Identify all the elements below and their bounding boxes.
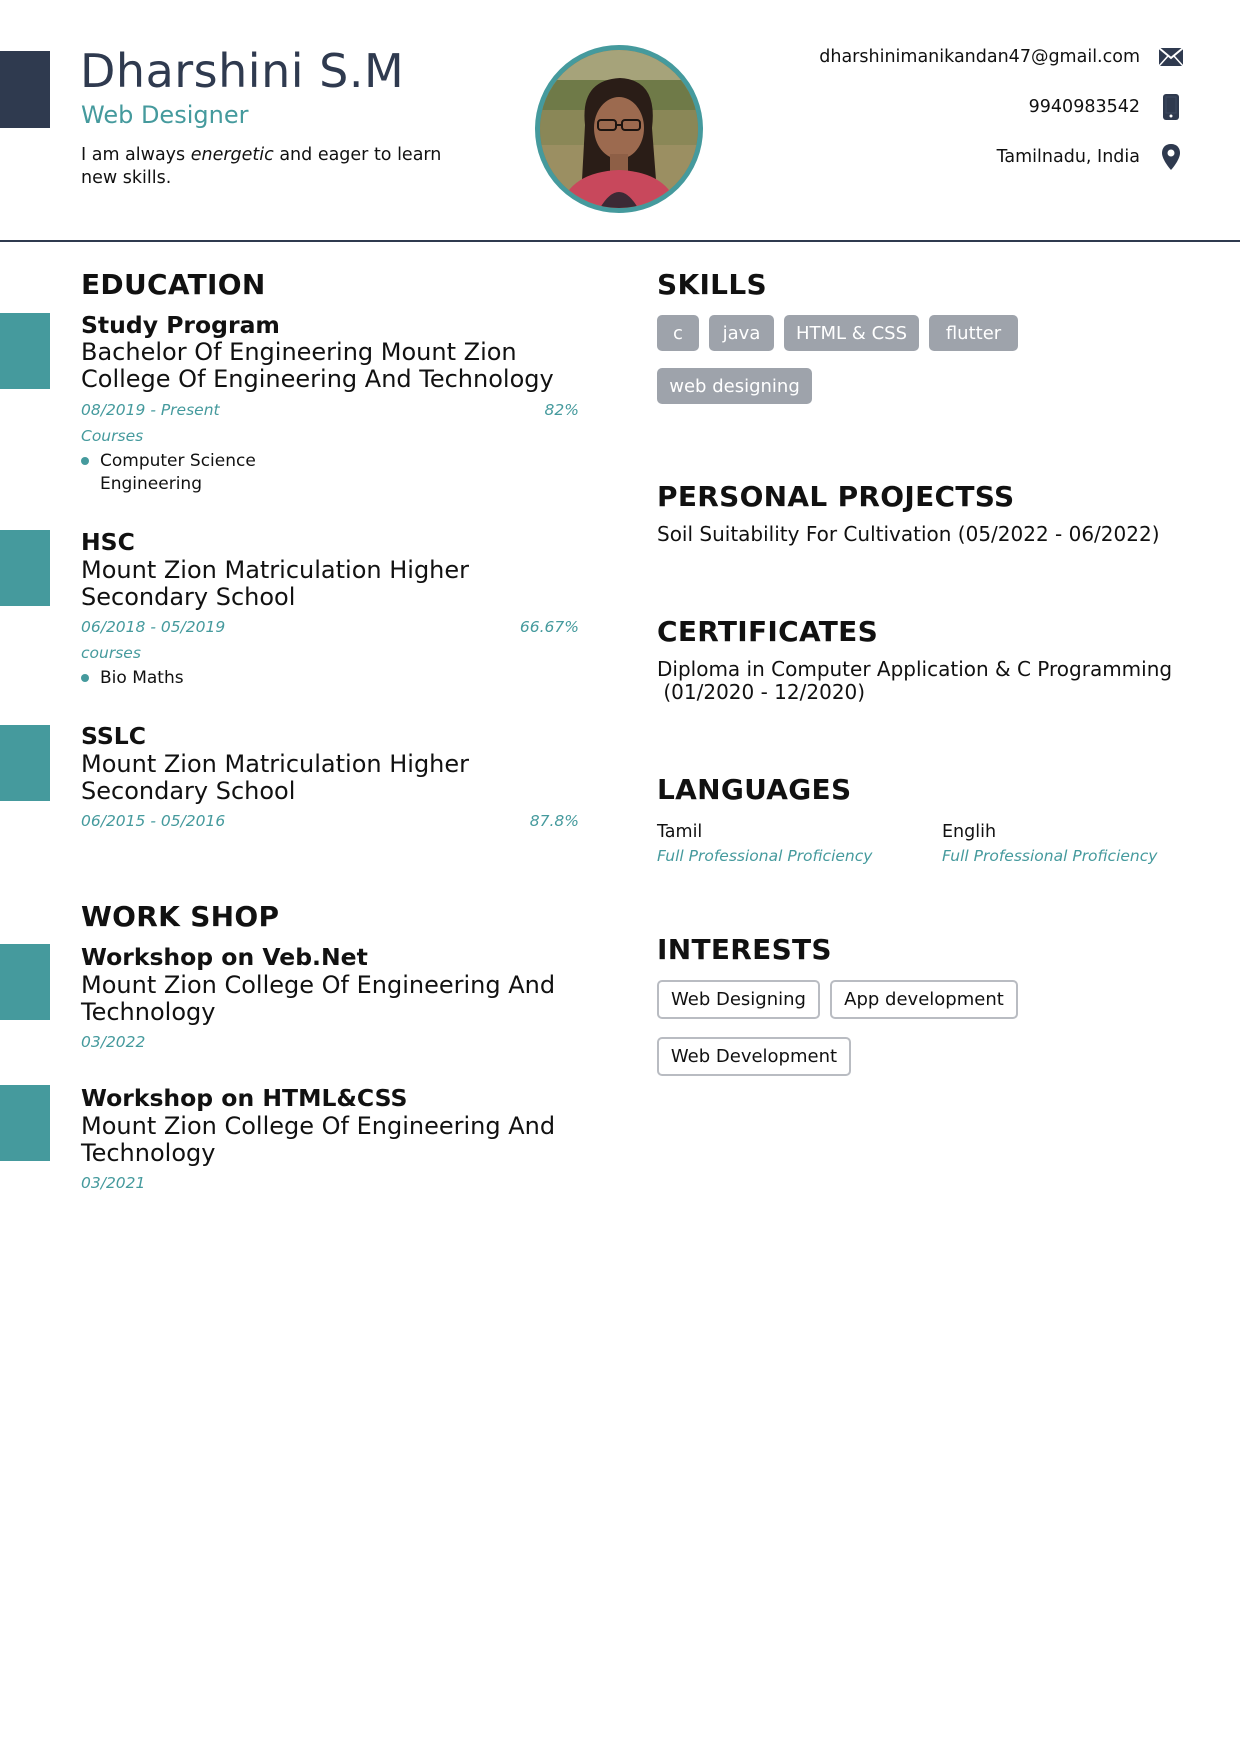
education-heading: EDUCATION [81,268,266,301]
workshop-institution: Mount Zion College Of Engineering And Te… [81,971,556,1026]
bullet-dot [81,674,89,682]
workshop-heading: WORK SHOP [81,900,280,933]
language-name: Englih [942,822,997,842]
skill-tag: java [709,315,774,351]
education-accent-bar [0,313,50,389]
certificate-dates: (01/2020 - 12/2020) [657,680,866,704]
education-meta: 08/2019 - Present 82% [81,401,579,419]
mobile-phone-icon [1158,94,1184,120]
candidate-name: Dharshini S.M [80,44,405,98]
job-title: Web Designer [81,101,249,129]
courses-label: courses [81,644,141,662]
certificate-title: Diploma in Computer Application & C Prog… [657,657,1173,681]
contact-email: dharshinimanikandan47@gmail.com [664,44,1184,70]
education-dates: 08/2019 - Present [81,401,220,419]
course-item: Computer Science Engineering [81,450,341,496]
skill-tag: HTML & CSS [784,315,919,351]
summary: I am always energetic and eager to learn… [81,144,481,190]
workshop-date: 03/2022 [81,1033,146,1051]
email-text[interactable]: dharshinimanikandan47@gmail.com [819,47,1140,67]
summary-pre: I am always [81,145,191,165]
education-grade: 82% [544,401,579,419]
workshop-date: 03/2021 [81,1174,146,1192]
education-dates: 06/2015 - 05/2016 [81,812,226,830]
profile-photo-image [540,50,698,208]
envelope-icon [1158,44,1184,70]
course-item: Bio Maths [81,667,341,690]
education-meta: 06/2015 - 05/2016 87.8% [81,812,579,830]
workshop-institution: Mount Zion College Of Engineering And Te… [81,1112,556,1167]
languages-heading: LANGUAGES [657,773,852,806]
education-grade: 66.67% [519,618,579,636]
profile-photo [535,45,703,213]
project-item: Soil Suitability For Cultivation (05/202… [657,522,1160,546]
education-institution: Bachelor Of Engineering Mount Zion Colle… [81,338,554,393]
skill-tag: c [657,315,699,351]
interest-tag: Web Designing [657,980,820,1019]
education-institution: Mount Zion Matriculation Higher Secondar… [81,750,470,805]
contact-location: Tamilnadu, India [664,144,1184,170]
header-divider [0,240,1240,242]
workshop-title: Workshop on HTML&CSS [81,1084,408,1112]
contact-phone: 9940983542 [664,94,1184,120]
summary-emphasis: energetic [190,145,274,165]
courses-label: Courses [81,427,144,445]
skill-tag: flutter [929,315,1018,351]
education-title: SSLC [81,722,147,750]
education-meta: 06/2018 - 05/2019 66.67% [81,618,579,636]
workshop-accent-bar [0,944,50,1020]
interest-tag: App development [830,980,1018,1019]
name-accent-bar [0,51,50,128]
interest-tag: Web Development [657,1037,851,1076]
education-title: Study Program [81,311,280,339]
location-text: Tamilnadu, India [996,147,1140,167]
projects-heading: PERSONAL PROJECTSS [657,480,1015,513]
language-name: Tamil [657,822,703,842]
language-level: Full Professional Proficiency [657,847,873,865]
education-institution: Mount Zion Matriculation Higher Secondar… [81,556,470,611]
education-grade: 87.8% [529,812,579,830]
phone-text[interactable]: 9940983542 [1029,97,1140,117]
workshop-title: Workshop on Veb.Net [81,943,368,971]
skill-tag: web designing [657,368,812,404]
education-title: HSC [81,528,135,556]
bullet-dot [81,457,89,465]
certificates-heading: CERTIFICATES [657,615,879,648]
workshop-accent-bar [0,1085,50,1161]
education-accent-bar [0,725,50,801]
course-text: Computer Science Engineering [100,451,256,494]
map-pin-icon [1158,144,1184,170]
skills-heading: SKILLS [657,268,767,301]
course-text: Bio Maths [100,668,184,688]
language-level: Full Professional Proficiency [942,847,1158,865]
interests-heading: INTERESTS [657,933,832,966]
education-accent-bar [0,530,50,606]
education-dates: 06/2018 - 05/2019 [81,618,226,636]
